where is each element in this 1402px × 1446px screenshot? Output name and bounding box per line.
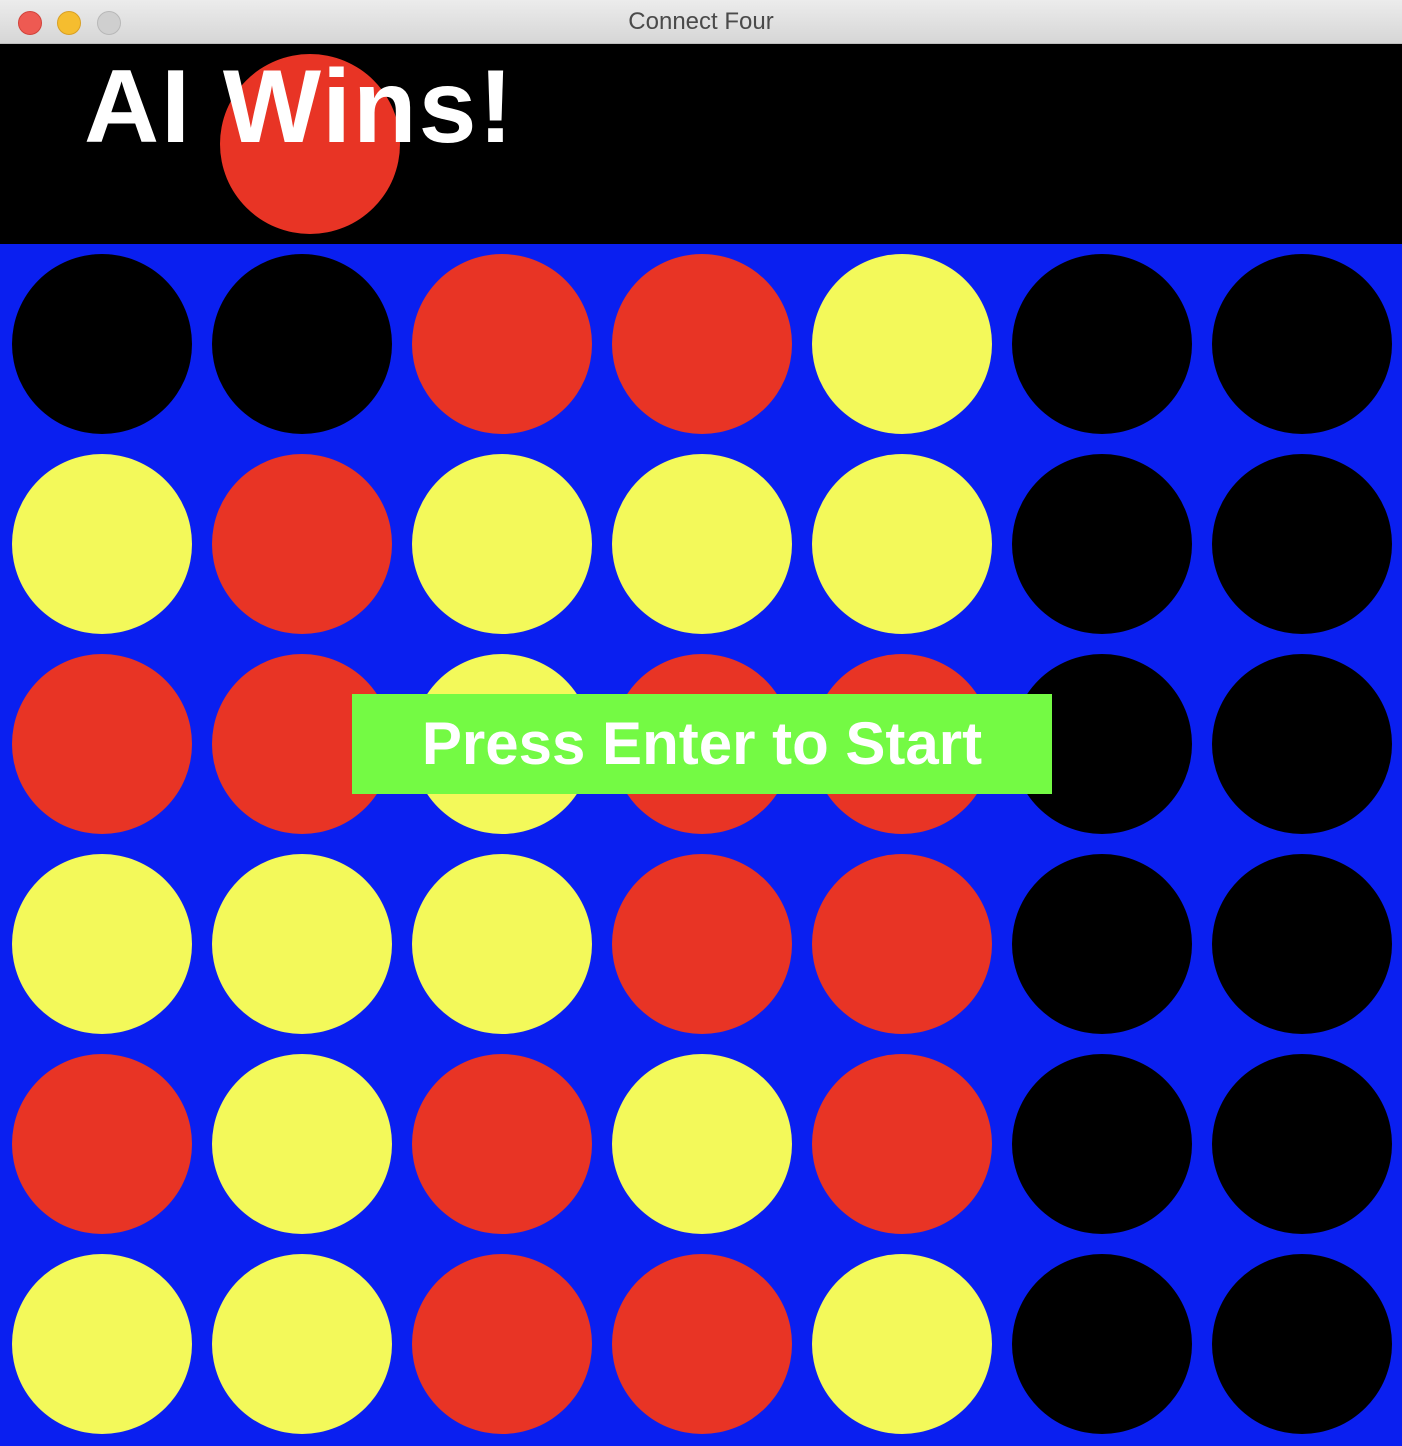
board-cell-yellow[interactable] bbox=[212, 1254, 392, 1434]
board-cell-yellow[interactable] bbox=[812, 454, 992, 634]
board-cell-yellow[interactable] bbox=[612, 454, 792, 634]
board-cell-red[interactable] bbox=[612, 854, 792, 1034]
board-cell-empty[interactable] bbox=[1012, 1254, 1192, 1434]
window-title: Connect Four bbox=[628, 8, 774, 35]
board-cell-red[interactable] bbox=[812, 854, 992, 1034]
board-cell-red[interactable] bbox=[12, 1054, 192, 1234]
start-prompt: Press Enter to Start bbox=[352, 694, 1052, 794]
board-cell-yellow[interactable] bbox=[812, 254, 992, 434]
board-cell-yellow[interactable] bbox=[212, 854, 392, 1034]
winner-message: AI Wins! bbox=[84, 49, 516, 165]
status-header: AI Wins! bbox=[0, 44, 1402, 244]
board-cell-empty[interactable] bbox=[1212, 254, 1392, 434]
board-cell-empty[interactable] bbox=[1212, 1254, 1392, 1434]
board-cell-yellow[interactable] bbox=[12, 854, 192, 1034]
board-cell-empty[interactable] bbox=[212, 254, 392, 434]
board-cell-empty[interactable] bbox=[1012, 254, 1192, 434]
board-cell-red[interactable] bbox=[612, 1254, 792, 1434]
board-cell-empty[interactable] bbox=[1212, 454, 1392, 634]
board-cell-yellow[interactable] bbox=[412, 454, 592, 634]
title-bar: Connect Four bbox=[0, 0, 1402, 44]
connect-four-window: Connect Four AI Wins! Press Enter to Sta… bbox=[0, 0, 1402, 1446]
board-cell-red[interactable] bbox=[412, 254, 592, 434]
board-cell-yellow[interactable] bbox=[812, 1254, 992, 1434]
board-cell-yellow[interactable] bbox=[12, 1254, 192, 1434]
board-cell-empty[interactable] bbox=[1212, 654, 1392, 834]
board-cell-empty[interactable] bbox=[1212, 854, 1392, 1034]
board-cell-red[interactable] bbox=[12, 654, 192, 834]
game-board[interactable] bbox=[0, 244, 1402, 1446]
board-cell-yellow[interactable] bbox=[412, 854, 592, 1034]
board-cell-empty[interactable] bbox=[1012, 454, 1192, 634]
board-cell-yellow[interactable] bbox=[12, 454, 192, 634]
board-cell-empty[interactable] bbox=[1212, 1054, 1392, 1234]
board-cell-empty[interactable] bbox=[1012, 854, 1192, 1034]
board-cell-red[interactable] bbox=[212, 454, 392, 634]
board-cell-red[interactable] bbox=[612, 254, 792, 434]
board-cell-yellow[interactable] bbox=[612, 1054, 792, 1234]
board-cell-red[interactable] bbox=[812, 1054, 992, 1234]
board-cell-empty[interactable] bbox=[12, 254, 192, 434]
board-cell-red[interactable] bbox=[412, 1254, 592, 1434]
board-cell-yellow[interactable] bbox=[212, 1054, 392, 1234]
board-cell-red[interactable] bbox=[412, 1054, 592, 1234]
board-cell-empty[interactable] bbox=[1012, 1054, 1192, 1234]
